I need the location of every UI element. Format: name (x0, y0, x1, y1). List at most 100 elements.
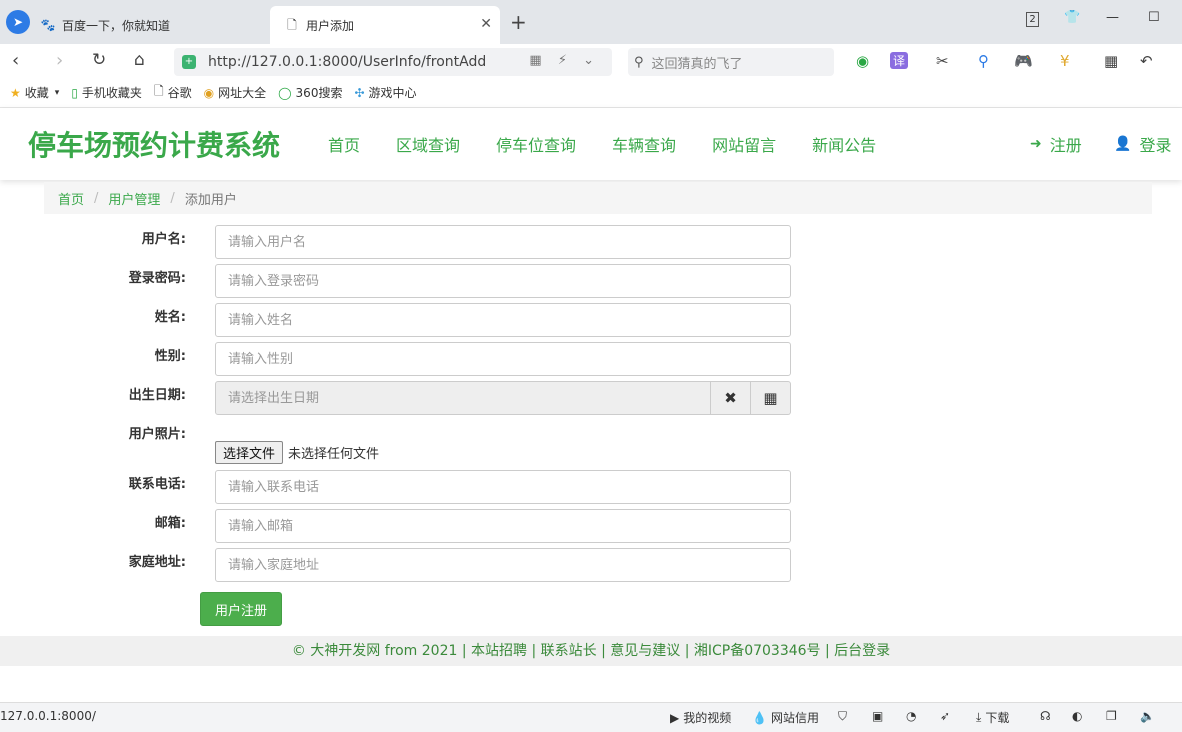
bookmark-360[interactable]: ◯ 360搜索 (278, 84, 342, 101)
browser-status-bar: 127.0.0.1:8000/ ▶ 我的视频 💧 网站信用 ⛉ ▣ ◔ ➶ ⤓ … (0, 702, 1182, 732)
bookmarks-bar: ★ 收藏 ▾ ▯ 手机收藏夹 🗋 谷歌 ◉ 网址大全 ◯ 360搜索 ✣ 游戏中… (0, 78, 1182, 108)
reload-icon[interactable]: ↻ (92, 50, 106, 70)
name-input[interactable] (215, 303, 791, 337)
star-icon: ★ (10, 85, 21, 100)
nav-vehicle-query[interactable]: 车辆查询 (612, 132, 676, 156)
user-icon: 👤 (1114, 136, 1132, 152)
chevron-down-icon: ▾ (54, 87, 60, 98)
nav-guestbook[interactable]: 网站留言 (712, 132, 776, 156)
photo-label: 用户照片: (128, 427, 186, 442)
phone-input[interactable] (215, 470, 791, 504)
email-input[interactable] (215, 509, 791, 543)
breadcrumb-home[interactable]: 首页 (58, 189, 84, 208)
bookmark-label: 360搜索 (295, 86, 343, 100)
scissors-icon[interactable]: ✂ (936, 52, 949, 70)
globe-icon: ◉ (203, 85, 215, 100)
game-icon: ✣ (354, 85, 365, 100)
translate-icon[interactable]: 译 (890, 52, 909, 69)
extension-icon[interactable]: ◉ (856, 52, 869, 70)
bookmark-mobile[interactable]: ▯ 手机收藏夹 (71, 84, 142, 101)
search-field[interactable]: ⚲ 这回猜真的飞了 (628, 48, 834, 76)
clear-date-icon[interactable]: ✖ (711, 381, 751, 415)
birthday-label: 出生日期: (128, 388, 186, 403)
site-header: 停车场预约计费系统 首页 区域查询 停车位查询 车辆查询 网站留言 新闻公告 ➜… (0, 108, 1182, 180)
address-input[interactable] (215, 548, 791, 582)
maximize-icon[interactable]: ☐ (1148, 10, 1160, 25)
security-shield-icon: + (182, 55, 196, 69)
gender-label: 性别: (154, 349, 186, 364)
zoom-icon[interactable]: ⚲ (978, 52, 989, 70)
site-credit-button[interactable]: 💧 网站信用 (752, 709, 819, 726)
tab-title: 百度一下，你就知道 (62, 18, 171, 33)
email-label: 邮箱: (154, 516, 186, 531)
nav-home[interactable]: 首页 (328, 132, 360, 156)
forward-icon[interactable]: › (56, 50, 63, 71)
bookmark-favorites[interactable]: ★ 收藏 ▾ (10, 84, 59, 101)
close-tab-icon[interactable]: ✕ (480, 16, 492, 32)
page-icon: 🗋 (287, 18, 297, 32)
wallet-icon[interactable]: ¥ (1060, 52, 1070, 70)
bookmark-label: 网址大全 (218, 86, 267, 100)
bookmark-games[interactable]: ✣ 游戏中心 (354, 84, 416, 101)
back-icon[interactable]: ‹ (12, 50, 19, 71)
breadcrumb-current: 添加用户 (184, 192, 237, 208)
nav-news[interactable]: 新闻公告 (812, 132, 876, 156)
my-video-button[interactable]: ▶ 我的视频 (670, 709, 731, 726)
browser-logo-icon[interactable]: ➤ (6, 10, 30, 34)
bookmark-label: 收藏 (24, 86, 49, 100)
speed-icon[interactable]: ◔ (906, 709, 916, 723)
home-icon[interactable]: ⌂ (134, 50, 145, 70)
browser-mode-icon[interactable]: ◐ (1072, 709, 1082, 723)
name-label: 姓名: (154, 310, 186, 325)
shield-icon[interactable]: ⛉ (838, 709, 847, 724)
gamepad-icon[interactable]: 🎮 (1014, 52, 1033, 70)
headset-icon[interactable]: ☊ (1040, 709, 1051, 723)
site-brand[interactable]: 停车场预约计费系统 (28, 124, 280, 164)
skin-icon[interactable]: 👕 (1064, 10, 1080, 25)
breadcrumb-separator: / (94, 190, 99, 206)
phone-icon: ▯ (71, 85, 78, 100)
sign-in-icon: ➜ (1030, 136, 1042, 152)
calendar-icon[interactable]: ▦ (751, 381, 791, 415)
address-toolbar: ‹ › ↻ ⌂ + http://127.0.0.1:8000/UserInfo… (0, 44, 1182, 78)
main-nav: 首页 区域查询 停车位查询 车辆查询 网站留言 新闻公告 (328, 132, 912, 156)
login-link[interactable]: 👤 登录 (1114, 132, 1171, 156)
page-icon: 🗋 (153, 84, 164, 98)
image-icon[interactable]: ▣ (872, 709, 883, 723)
password-input[interactable] (215, 264, 791, 298)
window-icon[interactable]: ❐ (1106, 709, 1117, 723)
breadcrumb-user-management[interactable]: 用户管理 (108, 189, 160, 208)
site-footer: © 大神开发网 from 2021 | 本站招聘 | 联系站长 | 意见与建议 … (0, 636, 1182, 666)
birthday-input[interactable] (215, 381, 711, 415)
address-label: 家庭地址: (128, 555, 186, 570)
tab-baidu[interactable]: 🐾 百度一下，你就知道 (40, 6, 268, 44)
url-actions-icon[interactable]: ▦ ⚡ ⌄ (529, 53, 600, 68)
bookmark-hao[interactable]: ◉ 网址大全 (204, 84, 267, 101)
my-video-label: 我的视频 (683, 711, 732, 725)
register-submit-button[interactable]: 用户注册 (200, 592, 282, 626)
download-button[interactable]: ⤓ 下载 (976, 709, 1009, 726)
search-placeholder: 这回猜真的飞了 (651, 56, 743, 72)
undo-icon[interactable]: ↶ (1140, 52, 1153, 70)
rocket-icon[interactable]: ➶ (940, 709, 950, 723)
username-input[interactable] (215, 225, 791, 259)
register-link[interactable]: ➜ 注册 (1030, 132, 1082, 156)
apps-grid-icon[interactable]: ▦ (1104, 52, 1118, 70)
minimize-icon[interactable]: — (1106, 10, 1119, 25)
new-tab-button[interactable]: + (510, 10, 527, 34)
nav-spot-query[interactable]: 停车位查询 (496, 132, 576, 156)
tab-user-add[interactable]: 🗋 用户添加 ✕ (270, 6, 500, 44)
download-icon: ⤓ (976, 710, 982, 724)
browser-tab-bar: ➤ 🐾 百度一下，你就知道 🗋 用户添加 ✕ + 2 👕 — ☐ (0, 0, 1182, 44)
login-label: 登录 (1139, 136, 1172, 155)
nav-area-query[interactable]: 区域查询 (396, 132, 460, 156)
site-credit-label: 网站信用 (770, 711, 819, 725)
url-field[interactable]: + http://127.0.0.1:8000/UserInfo/frontAd… (174, 48, 612, 76)
choose-file-button[interactable]: 选择文件 (215, 441, 284, 464)
bookmark-google[interactable]: 🗋 谷歌 (154, 82, 192, 103)
photo-file-input: 选择文件 未选择任何文件 (215, 441, 379, 464)
tab-count-icon[interactable]: 2 (1026, 12, 1039, 27)
volume-icon[interactable]: 🔈 (1140, 709, 1155, 723)
gender-input[interactable] (215, 342, 791, 376)
search-icon: ⚲ (634, 54, 644, 70)
